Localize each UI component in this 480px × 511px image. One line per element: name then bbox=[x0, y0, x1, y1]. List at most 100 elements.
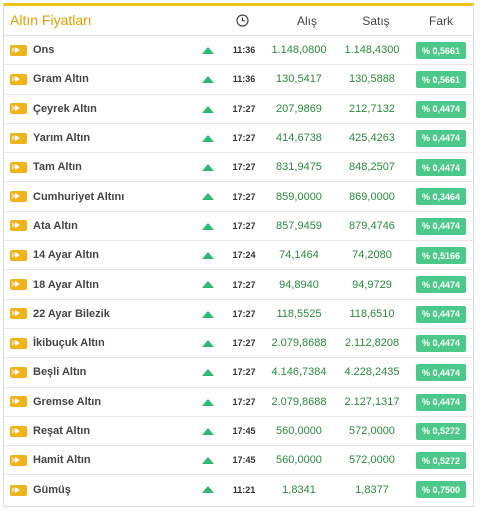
trend-up-icon bbox=[202, 310, 214, 318]
update-time: 17:27 bbox=[232, 191, 256, 202]
price-row[interactable]: Ata Altın 17:27 857,9459 879,4746 % 0,44… bbox=[4, 212, 473, 242]
name-cell: Gremse Altın bbox=[10, 388, 101, 416]
asset-name[interactable]: Gümüş bbox=[33, 484, 71, 496]
change-badge: % 0,4474 bbox=[416, 129, 466, 147]
trend-up-icon bbox=[202, 486, 214, 494]
buy-price: 560,0000 bbox=[276, 425, 322, 437]
sell-column-header: Satış bbox=[362, 14, 390, 28]
price-row[interactable]: Cumhuriyet Altını 17:27 859,0000 869,000… bbox=[4, 182, 473, 212]
buy-price: 118,5525 bbox=[276, 307, 322, 320]
gold-play-icon bbox=[10, 308, 27, 320]
change-column-header: Fark bbox=[429, 14, 453, 28]
asset-name[interactable]: Hamit Altın bbox=[33, 454, 91, 466]
update-time: 17:27 bbox=[232, 396, 256, 407]
price-row[interactable]: Yarım Altın 17:27 414,6738 425,4263 % 0,… bbox=[4, 124, 473, 154]
price-row[interactable]: İkibuçuk Altın 17:27 2.079,8688 2.112,82… bbox=[4, 329, 473, 359]
gold-play-icon bbox=[10, 425, 27, 437]
asset-name[interactable]: Çeyrek Altın bbox=[33, 103, 97, 115]
gold-play-icon bbox=[10, 132, 27, 144]
trend-up-icon bbox=[202, 164, 214, 172]
price-row[interactable]: Tam Altın 17:27 831,9475 848,2507 % 0,44… bbox=[4, 153, 473, 183]
name-cell: Tam Altın bbox=[10, 153, 82, 181]
name-cell: Yarım Altın bbox=[10, 124, 90, 152]
name-cell: Beşli Altın bbox=[10, 358, 86, 386]
change-badge: % 0,4474 bbox=[416, 276, 466, 294]
gold-play-icon bbox=[10, 191, 27, 203]
price-row[interactable]: 14 Ayar Altın 17:24 74,1464 74,2080 % 0,… bbox=[4, 241, 473, 271]
trend-up-icon bbox=[202, 398, 214, 406]
buy-price: 2.079,8688 bbox=[271, 395, 327, 408]
buy-price: 4.146,7384 bbox=[271, 366, 327, 379]
asset-name[interactable]: Tam Altın bbox=[33, 161, 82, 173]
price-row[interactable]: Beşli Altın 17:27 4.146,7384 4.228,2435 … bbox=[4, 358, 473, 388]
price-row[interactable]: Çeyrek Altın 17:27 207,9869 212,7132 % 0… bbox=[4, 95, 473, 124]
update-time: 11:21 bbox=[232, 485, 256, 496]
gold-play-icon bbox=[10, 484, 27, 496]
name-cell: 14 Ayar Altın bbox=[10, 241, 99, 269]
sell-price: 2.112,8208 bbox=[344, 337, 400, 350]
change-badge: % 0,5272 bbox=[416, 422, 466, 440]
asset-name[interactable]: Reşat Altın bbox=[33, 425, 90, 437]
asset-name[interactable]: 18 Ayar Altın bbox=[33, 279, 99, 291]
update-time: 17:27 bbox=[232, 220, 256, 231]
gold-prices-widget: Altın Fiyatları Alış Satış Fark Ons 11:3… bbox=[3, 3, 474, 507]
buy-price: 831,9475 bbox=[276, 161, 322, 174]
trend-up-icon bbox=[202, 281, 214, 289]
price-row[interactable]: Gram Altın 11:36 130,5417 130,5888 % 0,5… bbox=[4, 65, 473, 95]
sell-price: 118,6510 bbox=[349, 307, 395, 320]
price-row[interactable]: Gremse Altın 17:27 2.079,8688 2.127,1317… bbox=[4, 388, 473, 417]
price-row[interactable]: Ons 11:36 1.148,0800 1.148,4300 % 0,5661 bbox=[4, 36, 473, 66]
gold-play-icon bbox=[10, 220, 27, 232]
change-badge: % 0,7500 bbox=[416, 481, 466, 499]
asset-name[interactable]: 22 Ayar Bilezik bbox=[33, 308, 110, 320]
asset-name[interactable]: 14 Ayar Altın bbox=[33, 249, 99, 261]
price-row[interactable]: 18 Ayar Altın 17:27 94,8940 94,9729 % 0,… bbox=[4, 270, 473, 300]
name-cell: Ata Altın bbox=[10, 212, 78, 240]
asset-name[interactable]: Beşli Altın bbox=[33, 366, 86, 378]
asset-name[interactable]: Gram Altın bbox=[33, 73, 89, 85]
asset-name[interactable]: Gremse Altın bbox=[33, 396, 101, 408]
trend-up-icon bbox=[202, 76, 214, 84]
trend-up-icon bbox=[202, 457, 214, 465]
name-cell: Cumhuriyet Altını bbox=[10, 182, 124, 210]
asset-name[interactable]: Cumhuriyet Altını bbox=[33, 191, 124, 203]
change-badge: % 0,4474 bbox=[416, 100, 466, 118]
update-time: 17:27 bbox=[232, 308, 256, 319]
name-cell: 18 Ayar Altın bbox=[10, 270, 99, 298]
trend-up-icon bbox=[202, 193, 214, 201]
price-row[interactable]: 22 Ayar Bilezik 17:27 118,5525 118,6510 … bbox=[4, 300, 473, 329]
change-badge: % 0,5272 bbox=[416, 452, 466, 470]
update-time: 17:27 bbox=[232, 367, 256, 378]
asset-name[interactable]: Ons bbox=[33, 44, 54, 56]
widget-title: Altın Fiyatları bbox=[10, 12, 92, 28]
gold-play-icon bbox=[10, 454, 27, 466]
trend-up-icon bbox=[202, 369, 214, 377]
price-row[interactable]: Reşat Altın 17:45 560,0000 572,0000 % 0,… bbox=[4, 417, 473, 447]
sell-price: 2.127,1317 bbox=[344, 395, 400, 408]
sell-price: 425,4263 bbox=[349, 132, 395, 145]
price-row[interactable]: Gümüş 11:21 1,8341 1,8377 % 0,7500 bbox=[4, 475, 473, 504]
asset-name[interactable]: Ata Altın bbox=[33, 220, 78, 232]
sell-price: 1.148,4300 bbox=[344, 44, 400, 57]
sell-price: 879,4746 bbox=[349, 219, 395, 232]
table-header: Altın Fiyatları Alış Satış Fark bbox=[4, 6, 473, 36]
asset-name[interactable]: İkibuçuk Altın bbox=[33, 337, 105, 349]
update-time: 17:27 bbox=[232, 279, 256, 290]
update-time: 17:27 bbox=[232, 338, 256, 349]
sell-price: 572,0000 bbox=[349, 454, 395, 467]
sell-price: 4.228,2435 bbox=[344, 366, 400, 379]
change-badge: % 0,4474 bbox=[416, 159, 466, 177]
sell-price: 94,9729 bbox=[352, 278, 392, 291]
clock-icon bbox=[236, 14, 249, 27]
trend-up-icon bbox=[202, 134, 214, 142]
change-badge: % 0,5166 bbox=[416, 247, 466, 265]
gold-play-icon bbox=[10, 73, 27, 85]
price-row[interactable]: Hamit Altın 17:45 560,0000 572,0000 % 0,… bbox=[4, 446, 473, 476]
gold-play-icon bbox=[10, 161, 27, 173]
sell-price: 848,2507 bbox=[349, 161, 395, 174]
asset-name[interactable]: Yarım Altın bbox=[33, 132, 90, 144]
change-badge: % 0,5661 bbox=[416, 71, 466, 89]
buy-price: 859,0000 bbox=[276, 190, 322, 203]
trend-up-icon bbox=[202, 252, 214, 260]
sell-price: 869,0000 bbox=[349, 190, 395, 203]
